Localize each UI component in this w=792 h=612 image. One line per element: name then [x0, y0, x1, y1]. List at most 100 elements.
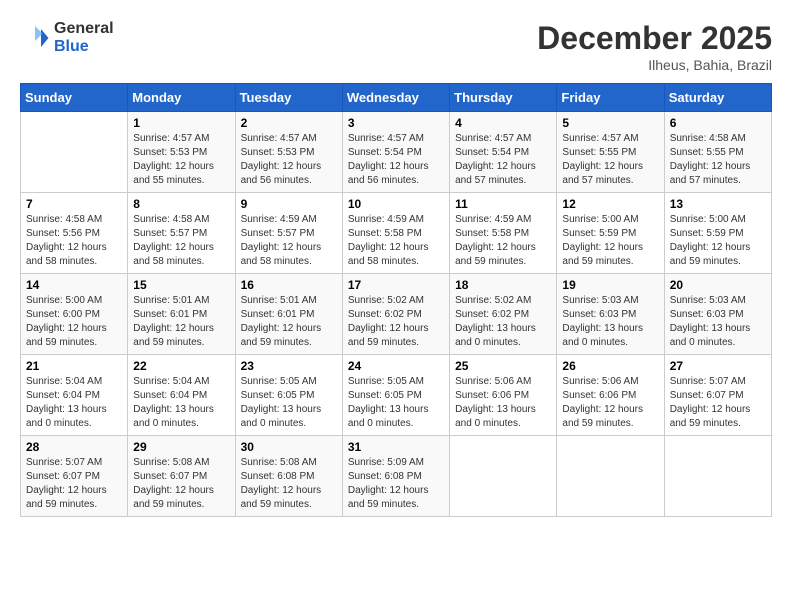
calendar-cell: 24Sunrise: 5:05 AM Sunset: 6:05 PM Dayli…: [342, 355, 449, 436]
day-info: Sunrise: 5:04 AM Sunset: 6:04 PM Dayligh…: [26, 375, 122, 431]
logo-general-text: General: [54, 20, 114, 38]
day-number: 14: [26, 278, 122, 292]
day-number: 8: [133, 197, 229, 211]
day-info: Sunrise: 5:01 AM Sunset: 6:01 PM Dayligh…: [133, 294, 229, 350]
weekday-header-thursday: Thursday: [450, 84, 557, 112]
day-number: 31: [348, 440, 444, 454]
calendar-week-row: 28 Sunrise: 5:07 AM Sunset: 6:07 PM Dayli…: [21, 436, 772, 517]
day-info: Sunrise: 5:08 AM Sunset: 6:07 PM Dayligh…: [133, 456, 229, 512]
day-info: Sunrise: 5:00 AM Sunset: 5:59 PM Dayligh…: [670, 213, 766, 269]
day-info: Sunrise: 4:57 AM Sunset: 5:53 PM Dayligh…: [133, 132, 229, 188]
day-number: 25: [455, 359, 551, 373]
calendar-cell: 15Sunrise: 5:01 AM Sunset: 6:01 PM Dayli…: [128, 274, 235, 355]
calendar-cell: 31Sunrise: 5:09 AM Sunset: 6:08 PM Dayli…: [342, 436, 449, 517]
day-info: Sunrise: 5:01 AM Sunset: 6:01 PM Dayligh…: [241, 294, 337, 350]
weekday-row: SundayMondayTuesdayWednesdayThursdayFrid…: [21, 84, 772, 112]
calendar-cell: 9Sunrise: 4:59 AM Sunset: 5:57 PM Daylig…: [235, 193, 342, 274]
day-info: Sunrise: 5:07 AM Sunset: 6:07 PM Dayligh…: [670, 375, 766, 431]
day-number: 1: [133, 116, 229, 130]
calendar-cell: 27Sunrise: 5:07 AM Sunset: 6:07 PM Dayli…: [664, 355, 771, 436]
calendar-cell: 6Sunrise: 4:58 AM Sunset: 5:55 PM Daylig…: [664, 112, 771, 193]
calendar-week-row: 7 Sunrise: 4:58 AM Sunset: 5:56 PM Daylig…: [21, 193, 772, 274]
calendar-cell: 17 Sunrise: 5:02 AM Sunset: 6:02 PM Dayli…: [342, 274, 449, 355]
day-number: 30: [241, 440, 337, 454]
calendar-cell: 8Sunrise: 4:58 AM Sunset: 5:57 PM Daylig…: [128, 193, 235, 274]
day-number: 18: [455, 278, 551, 292]
day-info: Sunrise: 4:58 AM Sunset: 5:55 PM Dayligh…: [670, 132, 766, 188]
logo-text: General Blue: [54, 20, 114, 55]
calendar-cell: 11 Sunrise: 4:59 AM Sunset: 5:58 PM Dayli…: [450, 193, 557, 274]
calendar-cell: 14 Sunrise: 5:00 AM Sunset: 6:00 PM Dayli…: [21, 274, 128, 355]
weekday-header-saturday: Saturday: [664, 84, 771, 112]
calendar-cell: 16 Sunrise: 5:01 AM Sunset: 6:01 PM Dayli…: [235, 274, 342, 355]
day-number: 23: [241, 359, 337, 373]
calendar-cell: 23Sunrise: 5:05 AM Sunset: 6:05 PM Dayli…: [235, 355, 342, 436]
calendar-cell: 30 Sunrise: 5:08 AM Sunset: 6:08 PM Dayli…: [235, 436, 342, 517]
day-number: 28: [26, 440, 122, 454]
day-number: 4: [455, 116, 551, 130]
day-number: 7: [26, 197, 122, 211]
day-number: 11: [455, 197, 551, 211]
day-number: 29: [133, 440, 229, 454]
day-info: Sunrise: 4:59 AM Sunset: 5:58 PM Dayligh…: [348, 213, 444, 269]
calendar-cell: 13 Sunrise: 5:00 AM Sunset: 5:59 PM Dayli…: [664, 193, 771, 274]
calendar-cell: 10 Sunrise: 4:59 AM Sunset: 5:58 PM Dayli…: [342, 193, 449, 274]
day-info: Sunrise: 5:06 AM Sunset: 6:06 PM Dayligh…: [562, 375, 658, 431]
day-number: 13: [670, 197, 766, 211]
calendar-cell: 25Sunrise: 5:06 AM Sunset: 6:06 PM Dayli…: [450, 355, 557, 436]
day-number: 17: [348, 278, 444, 292]
day-info: Sunrise: 5:00 AM Sunset: 5:59 PM Dayligh…: [562, 213, 658, 269]
calendar-cell: 7 Sunrise: 4:58 AM Sunset: 5:56 PM Daylig…: [21, 193, 128, 274]
day-number: 21: [26, 359, 122, 373]
day-number: 10: [348, 197, 444, 211]
calendar-cell: 2 Sunrise: 4:57 AM Sunset: 5:53 PM Daylig…: [235, 112, 342, 193]
day-info: Sunrise: 4:59 AM Sunset: 5:58 PM Dayligh…: [455, 213, 551, 269]
day-info: Sunrise: 5:02 AM Sunset: 6:02 PM Dayligh…: [455, 294, 551, 350]
day-info: Sunrise: 5:05 AM Sunset: 6:05 PM Dayligh…: [348, 375, 444, 431]
day-info: Sunrise: 4:57 AM Sunset: 5:55 PM Dayligh…: [562, 132, 658, 188]
day-info: Sunrise: 5:03 AM Sunset: 6:03 PM Dayligh…: [562, 294, 658, 350]
day-info: Sunrise: 5:02 AM Sunset: 6:02 PM Dayligh…: [348, 294, 444, 350]
day-number: 12: [562, 197, 658, 211]
day-number: 20: [670, 278, 766, 292]
calendar-cell: 21 Sunrise: 5:04 AM Sunset: 6:04 PM Dayli…: [21, 355, 128, 436]
calendar-cell: 5 Sunrise: 4:57 AM Sunset: 5:55 PM Daylig…: [557, 112, 664, 193]
calendar-week-row: 1 Sunrise: 4:57 AM Sunset: 5:53 PM Daylig…: [21, 112, 772, 193]
calendar-table: SundayMondayTuesdayWednesdayThursdayFrid…: [20, 83, 772, 517]
logo-blue-text: Blue: [54, 38, 114, 56]
calendar-body: 1 Sunrise: 4:57 AM Sunset: 5:53 PM Daylig…: [21, 112, 772, 517]
day-info: Sunrise: 4:58 AM Sunset: 5:56 PM Dayligh…: [26, 213, 122, 269]
location-label: Ilheus, Bahia, Brazil: [537, 57, 772, 73]
calendar-cell: 22Sunrise: 5:04 AM Sunset: 6:04 PM Dayli…: [128, 355, 235, 436]
calendar-cell: 29 Sunrise: 5:08 AM Sunset: 6:07 PM Dayli…: [128, 436, 235, 517]
day-number: 2: [241, 116, 337, 130]
calendar-cell: [450, 436, 557, 517]
day-info: Sunrise: 5:08 AM Sunset: 6:08 PM Dayligh…: [241, 456, 337, 512]
weekday-header-friday: Friday: [557, 84, 664, 112]
calendar-cell: 28 Sunrise: 5:07 AM Sunset: 6:07 PM Dayli…: [21, 436, 128, 517]
day-info: Sunrise: 5:03 AM Sunset: 6:03 PM Dayligh…: [670, 294, 766, 350]
day-info: Sunrise: 5:00 AM Sunset: 6:00 PM Dayligh…: [26, 294, 122, 350]
logo-icon: [20, 23, 50, 53]
calendar-cell: [557, 436, 664, 517]
day-number: 3: [348, 116, 444, 130]
calendar-cell: [664, 436, 771, 517]
calendar-week-row: 21 Sunrise: 5:04 AM Sunset: 6:04 PM Dayli…: [21, 355, 772, 436]
day-number: 16: [241, 278, 337, 292]
day-info: Sunrise: 4:57 AM Sunset: 5:54 PM Dayligh…: [455, 132, 551, 188]
month-title: December 2025: [537, 20, 772, 57]
day-info: Sunrise: 4:59 AM Sunset: 5:57 PM Dayligh…: [241, 213, 337, 269]
title-block: December 2025 Ilheus, Bahia, Brazil: [537, 20, 772, 73]
calendar-cell: 12 Sunrise: 5:00 AM Sunset: 5:59 PM Dayli…: [557, 193, 664, 274]
calendar-cell: 1 Sunrise: 4:57 AM Sunset: 5:53 PM Daylig…: [128, 112, 235, 193]
day-number: 26: [562, 359, 658, 373]
calendar-cell: 18 Sunrise: 5:02 AM Sunset: 6:02 PM Dayli…: [450, 274, 557, 355]
day-number: 5: [562, 116, 658, 130]
calendar-cell: 3Sunrise: 4:57 AM Sunset: 5:54 PM Daylig…: [342, 112, 449, 193]
day-info: Sunrise: 4:57 AM Sunset: 5:53 PM Dayligh…: [241, 132, 337, 188]
day-info: Sunrise: 5:04 AM Sunset: 6:04 PM Dayligh…: [133, 375, 229, 431]
calendar-cell: 19Sunrise: 5:03 AM Sunset: 6:03 PM Dayli…: [557, 274, 664, 355]
calendar-cell: 4 Sunrise: 4:57 AM Sunset: 5:54 PM Daylig…: [450, 112, 557, 193]
calendar-cell: 20 Sunrise: 5:03 AM Sunset: 6:03 PM Dayli…: [664, 274, 771, 355]
day-info: Sunrise: 5:07 AM Sunset: 6:07 PM Dayligh…: [26, 456, 122, 512]
